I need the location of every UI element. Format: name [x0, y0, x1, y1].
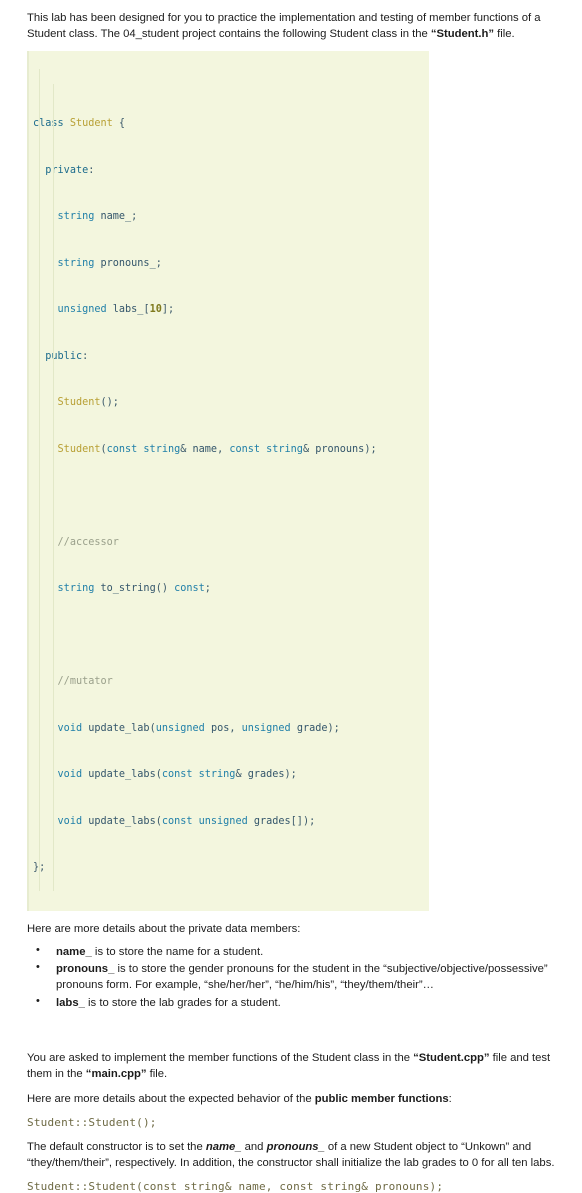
member-description: is to store the lab grades for a student… — [84, 996, 281, 1009]
member-name-label: name_ — [56, 945, 92, 958]
indent-guide-level-1 — [39, 69, 40, 891]
ctor-desc-b: and — [241, 1141, 267, 1154]
code-line: //accessor — [57, 536, 119, 548]
code-line: private: — [45, 164, 95, 176]
intro-paragraph: This lab has been designed for you to pr… — [27, 10, 560, 42]
code-line: //mutator — [57, 676, 113, 688]
member-description: is to store the name for a student. — [91, 945, 264, 958]
param-constructor-signature: Student::Student(const string& name, con… — [27, 1180, 444, 1193]
code-line: }; — [29, 860, 429, 876]
document-page: This lab has been designed for you to pr… — [0, 0, 582, 1193]
private-members-list: name_ is to store the name for a student… — [27, 943, 560, 1012]
public-member-functions-label: public member functions — [314, 1093, 449, 1106]
list-item: labs_ is to store the lab grades for a s… — [27, 994, 560, 1011]
student-class-code-block: class Student { private: string name_; s… — [27, 51, 429, 911]
indent-guide-level-2 — [53, 84, 54, 891]
code-line: string pronouns_; — [57, 257, 162, 269]
member-description: is to store the gender pronouns for the … — [56, 962, 548, 992]
private-members-lead-in: Here are more details about the private … — [27, 922, 301, 935]
impl-text-c: file. — [146, 1068, 168, 1081]
student-h-filename: “Student.h” — [430, 28, 495, 41]
list-item: name_ is to store the name for a student… — [27, 943, 560, 960]
public-lead-post: : — [448, 1093, 452, 1106]
ctor-member-name: name_ — [205, 1141, 242, 1154]
code-line: unsigned labs_[10]; — [57, 304, 175, 316]
code-line: public: — [45, 350, 89, 362]
impl-text-a: You are asked to implement the member fu… — [27, 1052, 414, 1065]
code-line: void update_labs(const unsigned grades[]… — [57, 815, 316, 827]
default-constructor-signature: Student::Student(); — [27, 1116, 157, 1130]
public-functions-lead-in: Here are more details about the expected… — [27, 1091, 560, 1107]
member-name-label: pronouns_ — [56, 962, 115, 975]
main-cpp-filename: “main.cpp” — [85, 1068, 147, 1081]
intro-text-tail: file. — [494, 28, 515, 41]
ctor-desc-a: The default constructor is to set the — [27, 1141, 206, 1154]
student-cpp-filename: “Student.cpp” — [413, 1052, 490, 1065]
code-line: string name_; — [57, 211, 138, 223]
code-line: Student(const string& name, const string… — [57, 443, 377, 455]
default-constructor-description: The default constructor is to set the na… — [27, 1139, 560, 1171]
code-line: Student(); — [57, 397, 119, 409]
code-line: string to_string() const; — [57, 583, 211, 595]
code-line: void update_lab(unsigned pos, unsigned g… — [57, 722, 340, 734]
list-item: pronouns_ is to store the gender pronoun… — [27, 960, 560, 994]
public-lead-pre: Here are more details about the expected… — [27, 1093, 315, 1106]
code-line: void update_labs(const string& grades); — [57, 769, 297, 781]
implementation-paragraph: You are asked to implement the member fu… — [27, 1050, 560, 1082]
code-line: class Student { — [33, 118, 126, 130]
ctor-member-pronouns: pronouns_ — [266, 1141, 325, 1154]
member-name-label: labs_ — [56, 996, 85, 1009]
